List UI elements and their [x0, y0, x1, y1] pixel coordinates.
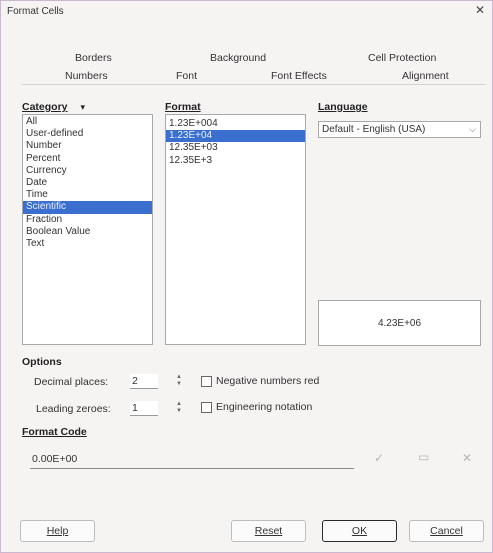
spin-down-icon[interactable]: ▼ — [174, 408, 184, 415]
category-item-user-defined[interactable]: User-defined — [23, 128, 152, 140]
category-label: Category ▾ — [22, 101, 85, 113]
ok-button-label: OK — [351, 525, 368, 537]
language-value: Default - English (USA) — [322, 124, 426, 135]
comment-icon[interactable]: ▭ — [418, 450, 429, 464]
preview-box: 4.23E+06 — [318, 300, 481, 346]
format-code-label-text: Format Code — [22, 426, 87, 438]
category-list[interactable]: All User-defined Number Percent Currency… — [22, 114, 153, 345]
category-item-percent[interactable]: Percent — [23, 153, 152, 165]
engineering-label[interactable]: Engineering notation — [216, 401, 312, 413]
options-label: Options — [22, 356, 62, 368]
decimal-places-input[interactable]: 2 — [130, 374, 158, 389]
language-label: Language — [318, 101, 368, 113]
format-code-label: Format Code — [22, 426, 87, 438]
language-select[interactable]: Default - English (USA) ⌵ — [318, 121, 481, 138]
dialog-title: Format Cells — [7, 6, 64, 17]
format-code-input[interactable]: 0.00E+00 — [30, 450, 354, 469]
leading-zeroes-label: Leading zeroes: — [36, 403, 111, 415]
negative-red-label[interactable]: Negative numbers red — [216, 375, 319, 387]
close-icon[interactable]: ✕ — [475, 3, 485, 17]
preview-value: 4.23E+06 — [377, 318, 422, 329]
category-item-time[interactable]: Time — [23, 189, 152, 201]
category-item-scientific[interactable]: Scientific — [23, 201, 152, 214]
category-item-number[interactable]: Number — [23, 140, 152, 152]
category-item-boolean[interactable]: Boolean Value — [23, 226, 152, 238]
reset-button-label: Reset — [254, 525, 283, 537]
decimal-places-label: Decimal places: — [34, 376, 109, 388]
category-label-text: Category — [22, 101, 68, 113]
ok-button[interactable]: OK — [322, 520, 397, 542]
sort-icon[interactable]: ▾ — [80, 102, 85, 112]
tab-alignment[interactable]: Alignment — [402, 70, 449, 82]
tab-background[interactable]: Background — [210, 52, 266, 64]
category-item-date[interactable]: Date — [23, 177, 152, 189]
cancel-button[interactable]: Cancel — [409, 520, 484, 542]
reset-button[interactable]: Reset — [231, 520, 306, 542]
help-button-label: Help — [46, 525, 69, 537]
format-item[interactable]: 1.23E+004 — [166, 118, 305, 130]
spin-up-icon[interactable]: ▲ — [174, 401, 184, 408]
chevron-down-icon: ⌵ — [469, 124, 476, 134]
decimal-places-stepper[interactable]: ▲ ▼ — [174, 374, 184, 388]
tab-font-effects[interactable]: Font Effects — [271, 70, 327, 82]
tab-borders[interactable]: Borders — [75, 52, 112, 64]
leading-zeroes-input[interactable]: 1 — [130, 401, 158, 416]
format-label: Format — [165, 101, 201, 113]
spin-down-icon[interactable]: ▼ — [174, 381, 184, 388]
category-item-all[interactable]: All — [23, 116, 152, 128]
category-item-text[interactable]: Text — [23, 238, 152, 250]
spin-up-icon[interactable]: ▲ — [174, 374, 184, 381]
category-item-currency[interactable]: Currency — [23, 165, 152, 177]
format-list[interactable]: 1.23E+004 1.23E+04 12.35E+03 12.35E+3 — [165, 114, 306, 345]
tab-strip-divider — [22, 84, 486, 85]
language-label-text: Language — [318, 101, 368, 113]
format-item[interactable]: 12.35E+03 — [166, 142, 305, 154]
negative-red-checkbox[interactable] — [201, 376, 212, 387]
format-label-text: Format — [165, 101, 201, 113]
format-item[interactable]: 12.35E+3 — [166, 155, 305, 167]
help-button[interactable]: Help — [20, 520, 95, 542]
tab-numbers[interactable]: Numbers — [65, 70, 108, 82]
category-item-fraction[interactable]: Fraction — [23, 214, 152, 226]
tab-cell-protection[interactable]: Cell Protection — [368, 52, 436, 64]
engineering-checkbox[interactable] — [201, 402, 212, 413]
tab-font[interactable]: Font — [176, 70, 197, 82]
leading-zeroes-stepper[interactable]: ▲ ▼ — [174, 401, 184, 415]
delete-icon[interactable]: ✕ — [462, 451, 472, 465]
cancel-button-label: Cancel — [430, 525, 463, 537]
format-item-selected[interactable]: 1.23E+04 — [166, 130, 305, 143]
accept-icon[interactable]: ✓ — [374, 451, 384, 465]
